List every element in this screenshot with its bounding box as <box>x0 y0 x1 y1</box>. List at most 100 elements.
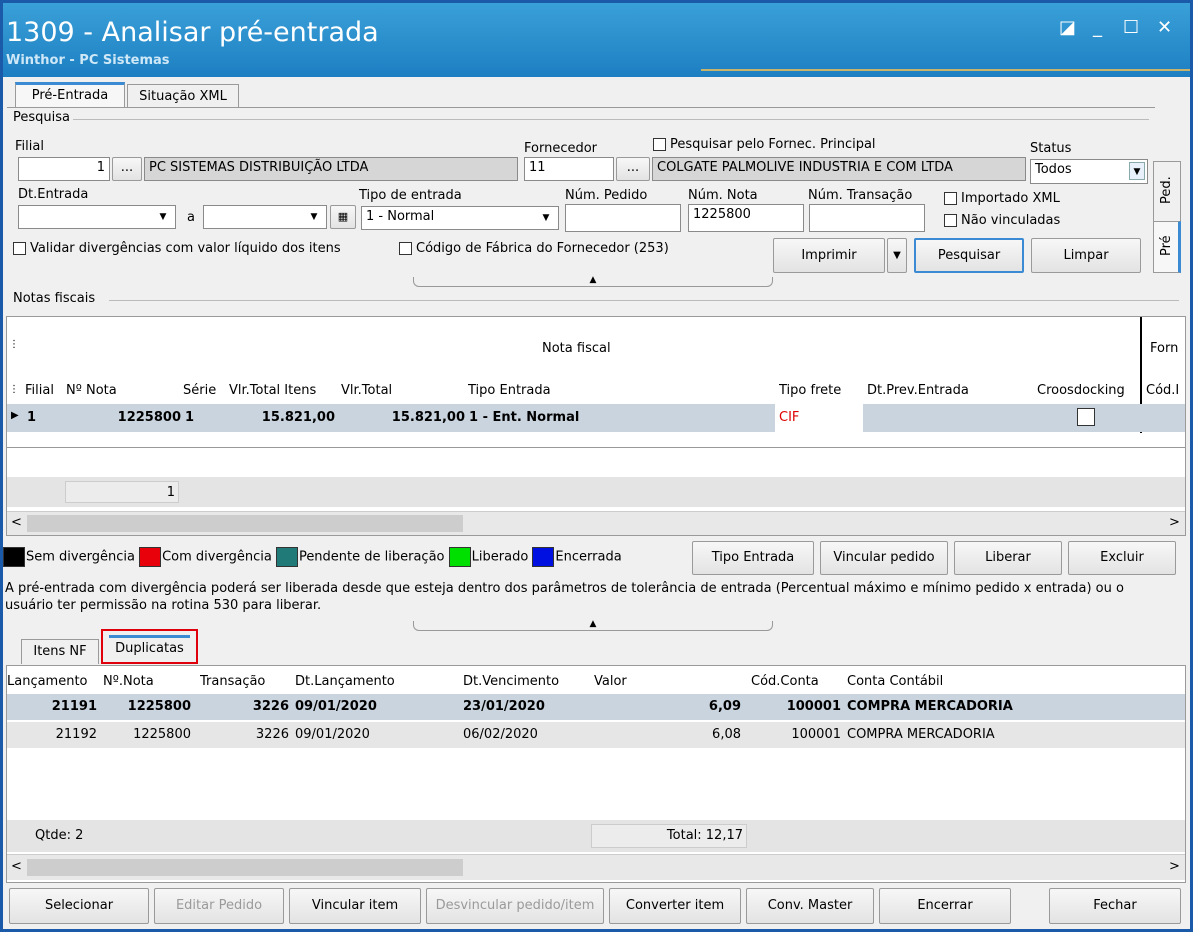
conv-master-button[interactable]: Conv. Master <box>746 888 874 924</box>
cell-lanc: 21191 <box>51 699 97 714</box>
duplicatas-scrollbar[interactable]: < > <box>7 854 1185 880</box>
validar-checkbox[interactable]: Validar divergências com valor líquido d… <box>13 241 341 256</box>
col-cod-conta[interactable]: Cód.Conta <box>751 674 819 689</box>
col-vlr-total[interactable]: Vlr.Total <box>341 383 392 398</box>
status-legend: Sem divergência Com divergência Pendente… <box>3 547 622 567</box>
scroll-right-icon[interactable]: > <box>1169 515 1180 530</box>
tipo-entrada-select[interactable]: 1 - Normal ▼ <box>361 206 559 230</box>
col-serie[interactable]: Série <box>183 383 216 398</box>
col-lancamento[interactable]: Lançamento <box>7 674 88 689</box>
imprimir-dropdown-icon[interactable]: ▼ <box>887 238 907 273</box>
chevron-down-icon: ▼ <box>306 208 322 226</box>
fornecedor-input[interactable]: 11 <box>524 157 614 181</box>
notas-scrollbar[interactable]: < > <box>7 511 1185 535</box>
calendar-icon[interactable]: ▦ <box>330 205 356 229</box>
num-transacao-input[interactable] <box>809 204 925 232</box>
cell-trans: 3226 <box>252 699 289 714</box>
total-value: Total: 12,17 <box>666 828 743 843</box>
col-tipo-entrada[interactable]: Tipo Entrada <box>468 383 551 398</box>
converter-item-button[interactable]: Converter item <box>609 888 741 924</box>
grid-footer: Qtde: 2 Total: 12,17 <box>7 820 1185 852</box>
fechar-button[interactable]: Fechar <box>1049 888 1181 924</box>
dt-entrada-from[interactable]: ▼ <box>18 205 176 229</box>
col-filial[interactable]: Filial <box>25 383 54 398</box>
status-value: Todos <box>1035 162 1072 177</box>
table-row[interactable]: ▶ 1 1225800 1 15.821,00 15.821,00 1 - En… <box>7 404 1185 432</box>
pesquisar-button[interactable]: Pesquisar <box>914 238 1024 273</box>
cell-tipo-entrada: 1 - Ent. Normal <box>469 410 580 425</box>
selecionar-button[interactable]: Selecionar <box>9 888 149 924</box>
scroll-left-icon[interactable]: < <box>11 859 22 874</box>
col-vlr-itens[interactable]: Vlr.Total Itens <box>229 383 316 398</box>
tab-itens-nf[interactable]: Itens NF <box>21 639 99 664</box>
grid-options-icon[interactable]: ⋮ <box>9 339 19 350</box>
side-tab-pre[interactable]: Pré <box>1153 221 1181 273</box>
limpar-button[interactable]: Limpar <box>1031 238 1141 273</box>
desvincular-button[interactable]: Desvincular pedido/item <box>426 888 604 924</box>
main-window: 1309 - Analisar pré-entrada Winthor - PC… <box>0 0 1193 932</box>
cell-nota: 1225800 <box>133 727 191 742</box>
legend-swatch <box>139 547 162 567</box>
col-conta-contabil[interactable]: Conta Contábil <box>847 674 943 689</box>
maximize-icon[interactable]: ☐ <box>1123 17 1139 38</box>
col-nota[interactable]: Nº Nota <box>66 383 117 398</box>
col-cod[interactable]: Cód.I <box>1146 383 1179 398</box>
excluir-button[interactable]: Excluir <box>1068 541 1176 575</box>
restore-icon[interactable]: ◪ <box>1059 17 1076 38</box>
fornecedor-browse-button[interactable]: ... <box>616 157 650 181</box>
tipo-entrada-button[interactable]: Tipo Entrada <box>692 541 814 575</box>
legend-swatch <box>3 547 25 567</box>
cell-nota: 1225800 <box>127 699 191 714</box>
codigo-fabrica-checkbox[interactable]: Código de Fábrica do Fornecedor (253) <box>399 241 669 256</box>
encerrar-button[interactable]: Encerrar <box>879 888 1011 924</box>
num-pedido-input[interactable] <box>565 204 681 232</box>
col-dt-lancamento[interactable]: Dt.Lançamento <box>295 674 395 689</box>
splitter-handle[interactable]: ▲ <box>413 620 773 631</box>
vincular-item-button[interactable]: Vincular item <box>289 888 421 924</box>
importado-xml-checkbox[interactable]: Importado XML <box>944 191 1060 206</box>
dt-entrada-to[interactable]: ▼ <box>203 205 327 229</box>
chevron-down-icon: ▼ <box>1129 162 1145 180</box>
col-dt-vencimento[interactable]: Dt.Vencimento <box>463 674 559 689</box>
vincular-pedido-button[interactable]: Vincular pedido <box>820 541 948 575</box>
side-tab-ped[interactable]: Ped. <box>1153 161 1181 223</box>
scroll-right-icon[interactable]: > <box>1169 859 1180 874</box>
legend-label: Encerrada <box>555 549 622 565</box>
row-pointer-icon: ▶ <box>11 410 19 421</box>
band-forn: Forn <box>1150 341 1179 356</box>
col-nota[interactable]: Nº.Nota <box>103 674 154 689</box>
legend-label: Com divergência <box>162 549 272 565</box>
codigo-fabrica-label: Código de Fábrica do Fornecedor (253) <box>416 241 669 256</box>
cell-conta: COMPRA MERCADORIA <box>847 727 995 742</box>
liberar-button[interactable]: Liberar <box>954 541 1062 575</box>
croosdocking-checkbox[interactable] <box>1077 408 1095 426</box>
imprimir-button[interactable]: Imprimir <box>773 238 885 273</box>
col-valor[interactable]: Valor <box>594 674 627 689</box>
pesq-fornec-checkbox[interactable]: Pesquisar pelo Fornec. Principal <box>653 137 876 152</box>
minimize-icon[interactable]: _ <box>1093 17 1102 38</box>
table-row[interactable]: 21191 1225800 3226 09/01/2020 23/01/2020… <box>7 694 1185 720</box>
cell-dt-venc: 06/02/2020 <box>463 727 538 742</box>
scroll-left-icon[interactable]: < <box>11 515 22 530</box>
editar-pedido-button[interactable]: Editar Pedido <box>154 888 284 924</box>
col-dt-prev[interactable]: Dt.Prev.Entrada <box>867 383 969 398</box>
chevron-down-icon: ▼ <box>155 208 171 226</box>
close-icon[interactable]: ✕ <box>1157 17 1172 38</box>
table-row[interactable]: 21192 1225800 3226 09/01/2020 06/02/2020… <box>7 722 1185 748</box>
num-nota-input[interactable]: 1225800 <box>688 204 804 232</box>
filial-input[interactable]: 1 <box>18 157 110 181</box>
tab-situacao-xml[interactable]: Situação XML <box>127 84 239 108</box>
filial-browse-button[interactable]: ... <box>112 157 142 181</box>
splitter-handle[interactable]: ▲ <box>413 276 773 287</box>
num-transacao-label: Núm. Transação <box>808 188 913 203</box>
col-transacao[interactable]: Transação <box>200 674 265 689</box>
col-croosdocking[interactable]: Croosdocking <box>1037 383 1125 398</box>
fornecedor-name-field: COLGATE PALMOLIVE INDUSTRIA E COM LTDA <box>652 157 1026 181</box>
col-tipo-frete[interactable]: Tipo frete <box>779 383 841 398</box>
status-select[interactable]: Todos ▼ <box>1030 159 1148 184</box>
nao-vinculadas-checkbox[interactable]: Não vinculadas <box>944 213 1060 228</box>
tab-pre-entrada[interactable]: Pré-Entrada <box>15 82 125 108</box>
info-text: A pré-entrada com divergência poderá ser… <box>5 581 1124 613</box>
tab-duplicatas[interactable]: Duplicatas <box>101 629 198 664</box>
grid-options-icon[interactable]: ⋮ <box>9 384 19 395</box>
